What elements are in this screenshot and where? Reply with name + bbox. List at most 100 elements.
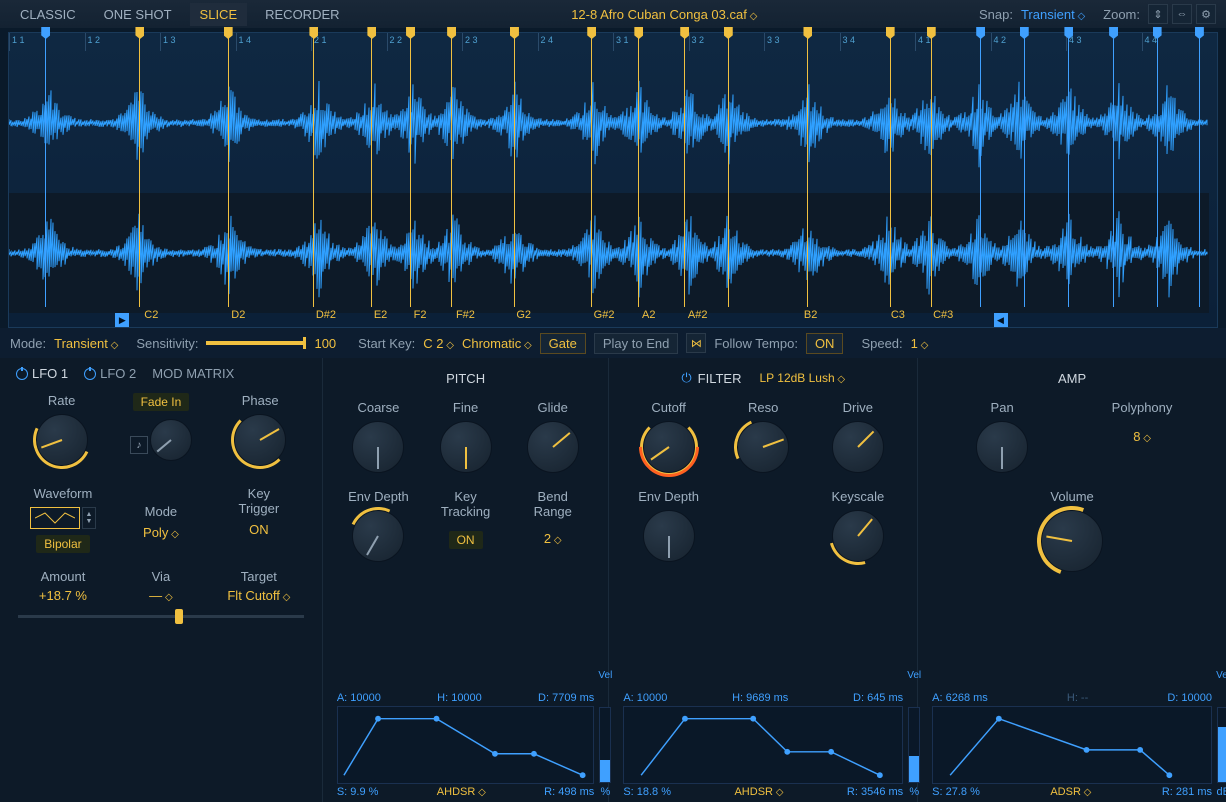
amp-env-r[interactable]: R: 281 ms [1162,786,1212,798]
slice-marker[interactable] [514,33,515,307]
zoom-horizontal-icon[interactable]: ⇔ [1172,4,1192,24]
drive-knob[interactable] [832,421,884,473]
speed-value[interactable]: 1 [911,336,929,351]
transient-marker[interactable] [980,33,981,307]
filename-dropdown[interactable]: 12-8 Afro Cuban Conga 03.caf [358,7,971,22]
amp-env-type[interactable]: ADSR [1050,786,1091,798]
slice-marker[interactable] [591,33,592,307]
slice-marker[interactable] [313,33,314,307]
ruler-tick: 4 4 [1142,33,1218,51]
amp-vel-meter[interactable] [1217,707,1226,783]
pitch-envelope-plot[interactable] [337,706,594,784]
amp-envelope-plot[interactable] [932,706,1212,784]
fadein-knob[interactable] [150,419,192,461]
slice-marker[interactable] [931,33,932,307]
filter-env-s[interactable]: S: 18.8 % [623,786,671,798]
waveform-display[interactable]: 1 11 21 31 42 12 22 32 43 13 23 33 44 14… [8,32,1218,328]
play-start-arrow[interactable]: ▶ [115,313,129,327]
power-icon[interactable] [16,368,28,380]
filter-env-h[interactable]: H: 9689 ms [732,692,788,704]
waveform-display-box[interactable] [30,507,80,529]
transient-marker[interactable] [1024,33,1025,307]
slice-marker[interactable] [371,33,372,307]
pitch-envdepth-knob[interactable] [352,510,404,562]
mode-value[interactable]: Transient [54,336,118,351]
pitch-env-type[interactable]: AHDSR [437,786,486,798]
slice-marker[interactable] [638,33,639,307]
amount-slider[interactable] [18,615,304,618]
lfo-mode-value[interactable]: Poly [143,525,179,540]
modmatrix-tab[interactable]: MOD MATRIX [152,366,234,381]
polyphony-value[interactable]: 8 [1133,429,1151,444]
filter-env-a[interactable]: A: 10000 [623,692,667,704]
reso-knob[interactable] [737,421,789,473]
filter-type-select[interactable]: LP 12dB Lush [759,371,845,385]
power-icon[interactable] [84,368,96,380]
volume-knob[interactable] [1041,510,1103,572]
amount-value[interactable]: +18.7 % [39,588,87,603]
pan-knob[interactable] [976,421,1028,473]
tab-slice[interactable]: SLICE [190,3,248,26]
filter-env-type[interactable]: AHDSR [734,786,783,798]
scale-value[interactable]: Chromatic [462,336,532,351]
amp-env-a[interactable]: A: 6268 ms [932,692,988,704]
gear-icon[interactable]: ⚙ [1196,4,1216,24]
playtoend-button[interactable]: Play to End [594,333,679,354]
waveform-stepper[interactable]: ▲▼ [82,507,96,529]
note-sync-icon[interactable]: ♪ [130,436,148,454]
keyscale-knob[interactable] [832,510,884,562]
slice-marker[interactable] [410,33,411,307]
filter-env-r[interactable]: R: 3546 ms [847,786,903,798]
phase-knob[interactable] [234,414,286,466]
filter-env-d[interactable]: D: 645 ms [853,692,903,704]
keytrigger-value[interactable]: ON [249,522,269,537]
slice-marker[interactable] [684,33,685,307]
transient-marker[interactable] [1157,33,1158,307]
pitch-env-s[interactable]: S: 9.9 % [337,786,379,798]
pitch-env-a[interactable]: A: 10000 [337,692,381,704]
bipolar-button[interactable]: Bipolar [36,535,89,553]
pitch-env-d[interactable]: D: 7709 ms [538,692,594,704]
fine-knob[interactable] [440,421,492,473]
target-value[interactable]: Flt Cutoff [227,588,290,603]
slice-marker[interactable] [139,33,140,307]
pitch-env-r[interactable]: R: 498 ms [544,786,594,798]
transient-marker[interactable] [45,33,46,307]
reverse-icon[interactable]: ⋈ [686,333,706,353]
slice-marker[interactable] [807,33,808,307]
transient-marker[interactable] [1113,33,1114,307]
slice-marker[interactable] [728,33,729,307]
play-end-arrow[interactable]: ◀ [994,313,1008,327]
slice-marker[interactable] [451,33,452,307]
slice-marker[interactable] [228,33,229,307]
amp-env-d[interactable]: D: 10000 [1167,692,1212,704]
followtempo-value[interactable]: ON [806,333,844,354]
sensitivity-value[interactable]: 100 [314,336,336,351]
lfo2-tab[interactable]: LFO 2 [84,366,136,381]
filter-power-icon[interactable]: ⏻ [681,370,691,386]
pitch-env-h[interactable]: H: 10000 [437,692,482,704]
zoom-vertical-icon[interactable]: ⇕ [1148,4,1168,24]
via-value[interactable]: — [149,588,172,603]
keytracking-value[interactable]: ON [449,531,483,549]
filter-envelope-plot[interactable] [623,706,903,784]
fadein-button[interactable]: Fade In [133,393,190,411]
rate-knob[interactable] [36,414,88,466]
bendrange-value[interactable]: 2 [544,531,562,546]
amp-env-s[interactable]: S: 27.8 % [932,786,980,798]
glide-knob[interactable] [527,421,579,473]
lfo1-tab[interactable]: LFO 1 [16,366,68,381]
cutoff-knob[interactable] [643,421,695,473]
coarse-knob[interactable] [352,421,404,473]
tab-classic[interactable]: CLASSIC [10,3,86,26]
gate-button[interactable]: Gate [540,333,586,354]
tab-recorder[interactable]: RECORDER [255,3,349,26]
tab-oneshot[interactable]: ONE SHOT [94,3,182,26]
slice-marker[interactable] [890,33,891,307]
startkey-value[interactable]: C 2 [423,336,454,351]
filter-envdepth-knob[interactable] [643,510,695,562]
transient-marker[interactable] [1068,33,1069,307]
transient-marker[interactable] [1199,33,1200,307]
snap-value[interactable]: Transient [1021,7,1085,22]
sensitivity-slider[interactable] [206,341,306,345]
